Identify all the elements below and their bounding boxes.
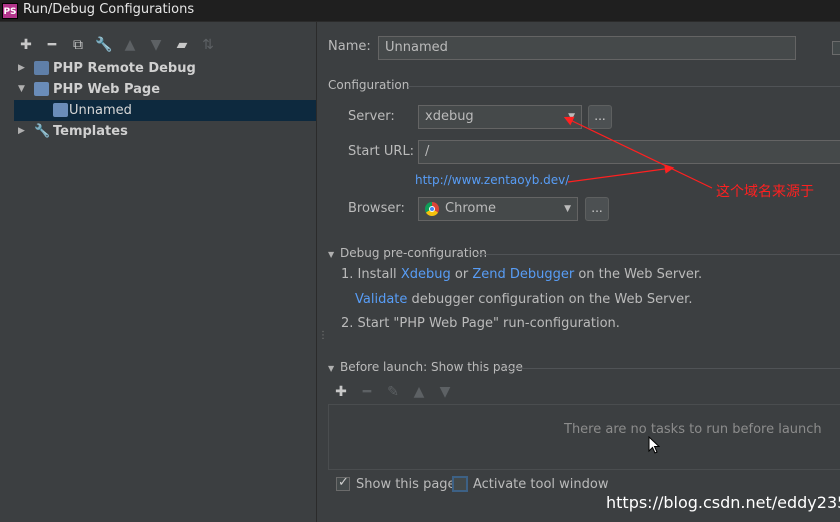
annotation-text: 这个域名来源于 bbox=[716, 184, 814, 200]
watermark: https://blog.csdn.net/eddy23513 bbox=[606, 493, 840, 512]
annotation-arrows bbox=[563, 116, 713, 189]
